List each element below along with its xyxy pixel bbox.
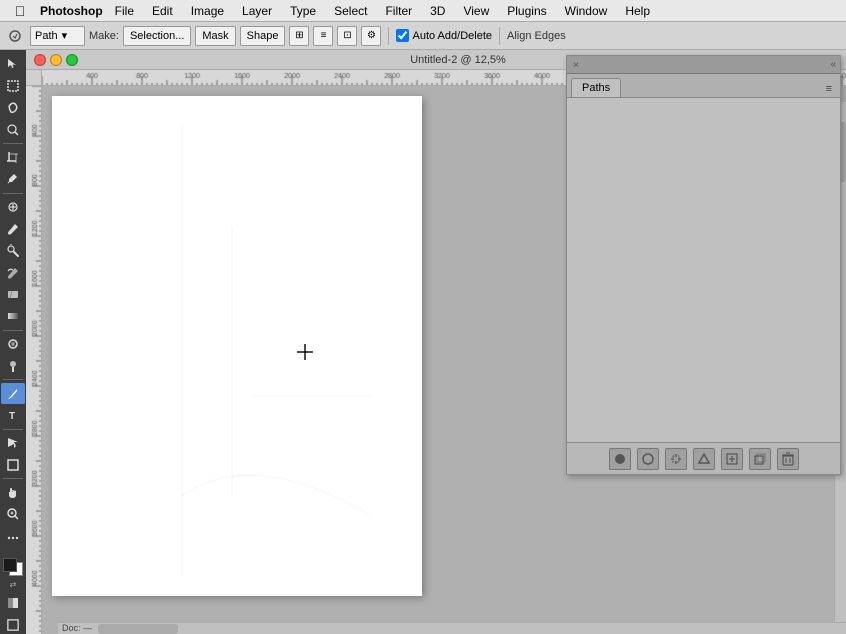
tool-separator-3 (3, 330, 23, 331)
new-path-btn[interactable] (749, 448, 771, 470)
path-selection-tool[interactable] (1, 433, 25, 454)
quick-selection-tool[interactable] (1, 119, 25, 140)
paths-panel-menu-btn[interactable]: ≡ (822, 81, 836, 97)
menu-filter[interactable]: Filter (377, 2, 420, 20)
align-edges-label: Align Edges (507, 30, 566, 42)
make-work-path-btn[interactable] (693, 448, 715, 470)
paths-tab[interactable]: Paths (571, 78, 621, 97)
crop-tool[interactable] (1, 147, 25, 168)
path-arrange-btn[interactable]: ⊡ (337, 26, 357, 46)
window-controls (34, 54, 78, 66)
menu-file[interactable]: File (107, 2, 142, 20)
paths-panel: × « Paths ≡ (566, 55, 841, 475)
options-bar: Path ▾ Make: Selection... Mask Shape ⊞ ≡… (0, 22, 846, 50)
rectangular-marquee-tool[interactable] (1, 76, 25, 97)
lasso-tool[interactable] (1, 98, 25, 119)
quick-mask-btn[interactable] (1, 592, 25, 613)
svg-text:T: T (9, 411, 15, 422)
color-swatches-area (1, 556, 25, 579)
path-overlay (52, 96, 422, 596)
paths-panel-content (567, 98, 840, 442)
options-divider-1 (388, 27, 389, 45)
menu-bar:  Photoshop File Edit Image Layer Type S… (0, 0, 846, 22)
text-tool[interactable]: T (1, 405, 25, 426)
auto-add-delete-label[interactable]: Auto Add/Delete (396, 29, 492, 42)
paths-panel-close-btn[interactable]: × (571, 60, 581, 70)
new-layer-btn[interactable] (721, 448, 743, 470)
path-type-dropdown[interactable]: Path ▾ (30, 26, 85, 46)
ruler-canvas-vertical (26, 86, 42, 634)
window-min-btn[interactable] (50, 54, 62, 66)
ruler-corner (26, 70, 42, 86)
make-label: Make: (89, 30, 119, 42)
menu-help[interactable]: Help (617, 2, 658, 20)
window-close-btn[interactable] (34, 54, 46, 66)
menu-plugins[interactable]: Plugins (499, 2, 554, 20)
make-selection-btn[interactable]: Selection... (123, 26, 191, 46)
gradient-tool[interactable] (1, 306, 25, 327)
menu-edit[interactable]: Edit (144, 2, 181, 20)
window-max-btn[interactable] (66, 54, 78, 66)
color-controls: ⇄ (10, 580, 17, 589)
paths-panel-titlebar: × « (567, 56, 840, 74)
auto-add-delete-checkbox[interactable] (396, 29, 409, 42)
clone-stamp-tool[interactable] (1, 240, 25, 261)
tool-separator-2 (3, 193, 23, 194)
menu-type[interactable]: Type (282, 2, 324, 20)
shape-btn[interactable]: Shape (240, 26, 286, 46)
tool-separator-4 (3, 379, 23, 380)
workspace: T ⇄ (0, 50, 846, 634)
tool-separator-5 (3, 429, 23, 430)
options-divider-2 (499, 27, 500, 45)
eraser-tool[interactable] (1, 284, 25, 305)
hand-tool[interactable] (1, 482, 25, 503)
screen-mode-btn[interactable] (7, 616, 19, 634)
blur-tool[interactable] (1, 334, 25, 355)
paths-panel-expand-btn[interactable]: « (830, 59, 836, 70)
apple-menu[interactable]:  (0, 3, 40, 19)
menu-layer[interactable]: Layer (234, 2, 280, 20)
move-tool[interactable] (1, 54, 25, 75)
toolbar: T ⇄ (0, 50, 26, 634)
h-scrollbar-thumb[interactable] (98, 624, 178, 634)
pen-tool[interactable] (1, 383, 25, 404)
brush-tool[interactable] (1, 219, 25, 240)
document-title: Untitled-2 @ 12,5% (410, 54, 506, 66)
tool-separator-1 (3, 143, 23, 144)
horizontal-scrollbar[interactable] (58, 622, 846, 634)
path-operations-btn[interactable]: ⊞ (289, 26, 309, 46)
vertical-ruler (26, 86, 42, 634)
menu-window[interactable]: Window (557, 2, 616, 20)
screen-mode-btns (7, 616, 19, 634)
paths-panel-tabs: Paths ≡ (567, 74, 840, 98)
paths-panel-footer (567, 442, 840, 474)
dodge-tool[interactable] (1, 355, 25, 376)
mask-btn[interactable]: Mask (195, 26, 235, 46)
history-brush-tool[interactable] (1, 262, 25, 283)
fill-path-btn[interactable] (609, 448, 631, 470)
shape-tool[interactable] (1, 454, 25, 475)
load-as-selection-btn[interactable] (665, 448, 687, 470)
eyedropper-tool[interactable] (1, 169, 25, 190)
status-bar: Doc: — (58, 622, 96, 634)
path-alignment-btn[interactable]: ≡ (313, 26, 333, 46)
menu-3d[interactable]: 3D (422, 2, 453, 20)
more-tools-btn[interactable] (1, 528, 25, 549)
path-settings-btn[interactable]: ⚙ (361, 26, 381, 46)
stroke-path-btn[interactable] (637, 448, 659, 470)
spot-healing-tool[interactable] (1, 197, 25, 218)
delete-path-btn[interactable] (777, 448, 799, 470)
menu-view[interactable]: View (455, 2, 497, 20)
document-canvas[interactable] (52, 96, 422, 596)
zoom-tool[interactable] (1, 504, 25, 525)
foreground-color-swatch[interactable] (3, 558, 17, 572)
tool-preset-picker[interactable] (4, 25, 26, 47)
reset-colors-icon[interactable]: ⇄ (10, 580, 17, 589)
app-name: Photoshop (40, 4, 103, 18)
tool-separator-6 (3, 478, 23, 479)
menu-items: File Edit Image Layer Type Select Filter… (107, 2, 658, 20)
menu-select[interactable]: Select (326, 2, 375, 20)
menu-image[interactable]: Image (183, 2, 232, 20)
